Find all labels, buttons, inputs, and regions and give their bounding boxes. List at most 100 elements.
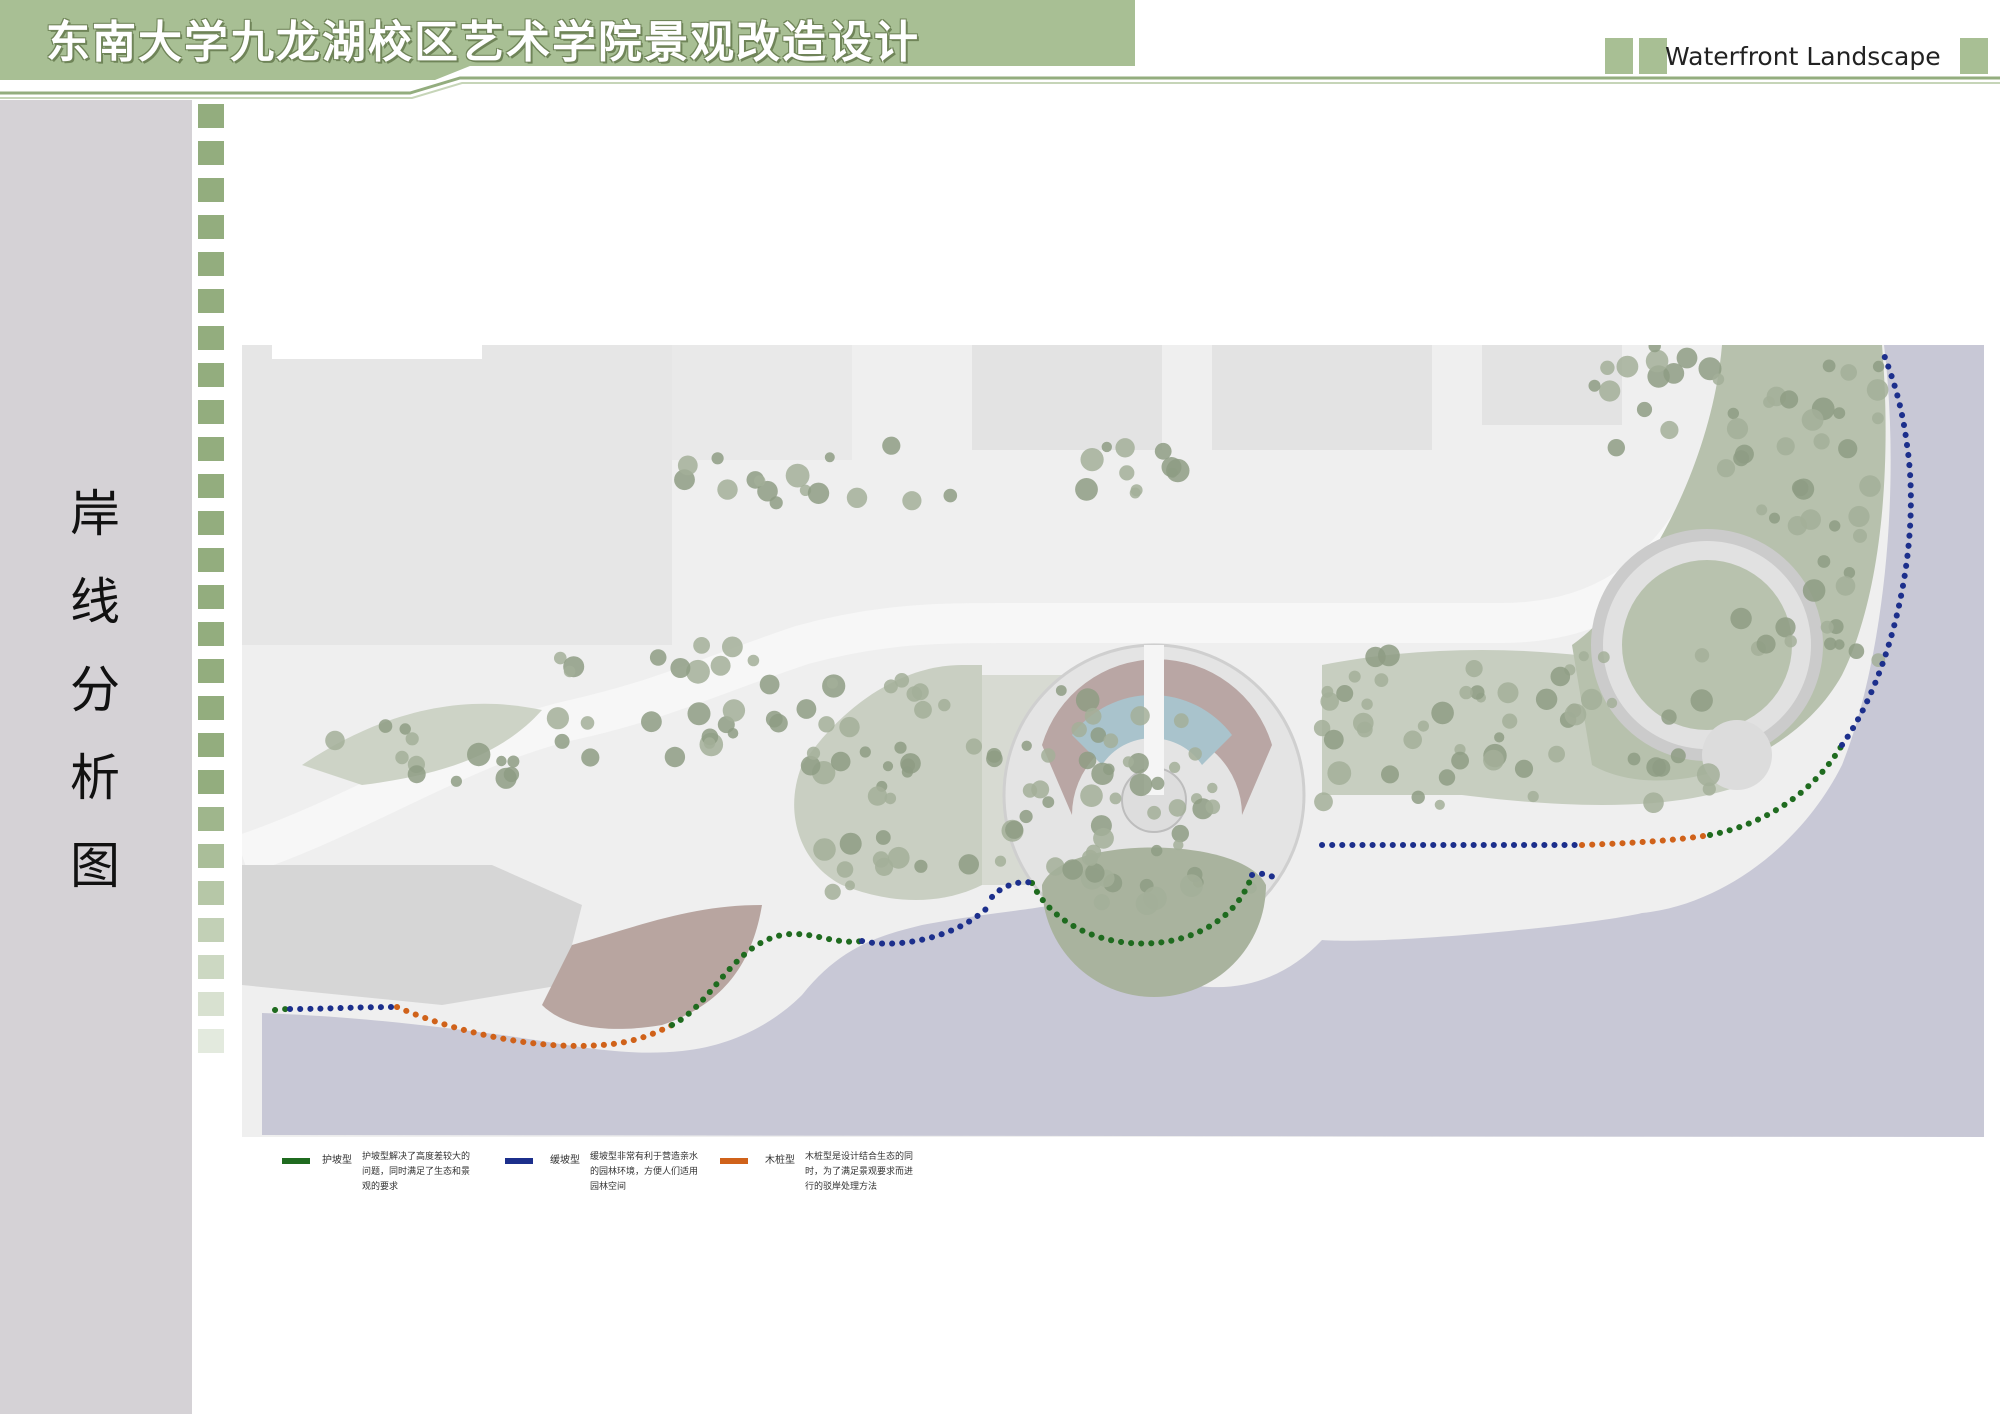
tree-canopy [1581,688,1603,710]
tree-canopy [1361,698,1373,710]
tree-canopy [1041,748,1056,763]
tree-canopy [994,855,1007,867]
tree-canopy [1151,844,1163,857]
tree-canopy [1645,349,1669,373]
tree-canopy [1353,712,1374,734]
tree-canopy [1314,792,1333,812]
tree-canopy [1802,579,1826,602]
legend-label: 木桩型 [765,1155,795,1166]
tree-canopy [1167,467,1178,478]
tree-canopy [1093,894,1110,911]
tree-canopy [1660,420,1679,440]
tree-canopy [581,748,600,767]
tree-canopy [1727,407,1740,420]
tree-canopy [1130,484,1143,497]
tree-canopy [1129,773,1153,797]
decorative-square [198,141,224,165]
legend-label: 缓坡型 [550,1155,580,1166]
tree-canopy [1578,651,1589,662]
tree-canopy [1101,441,1112,453]
tree-canopy [1168,799,1187,817]
tree-canopy [882,761,894,772]
tree-canopy [796,699,817,719]
tree-canopy [580,716,595,730]
tree-canopy [1535,688,1558,710]
tree-canopy [1726,418,1749,440]
tree-canopy [407,765,426,784]
tree-canopy [1085,863,1105,883]
vertical-title-char: 分 [70,661,120,719]
vertical-title: 岸 线 分 析 图 [60,470,130,910]
tree-canopy [1173,713,1189,729]
tree-canopy [1643,792,1664,813]
decorative-square [198,252,224,276]
tree-canopy [839,716,860,738]
tree-canopy [882,436,901,455]
tree-canopy [1348,670,1361,683]
decorative-square [198,400,224,424]
tree-canopy [818,716,835,733]
tree-canopy [1730,607,1752,630]
building-block [242,345,672,645]
vertical-title-char: 线 [70,573,120,631]
tree-canopy [1599,380,1621,402]
tree-canopy [1848,643,1865,659]
tree-canopy [1497,682,1519,704]
decorative-square [198,696,224,720]
tree-canopy [405,732,419,746]
tree-canopy [1147,805,1161,820]
decorative-square [198,733,224,757]
tree-canopy [703,737,716,749]
tree-canopy [1636,401,1653,418]
tree-canopy [1119,465,1135,481]
tree-canopy [914,700,932,719]
tree-canopy [785,463,810,488]
tree-canopy [1784,635,1797,648]
tree-canopy [641,711,662,733]
tree-canopy [1327,761,1352,785]
tree-canopy [1115,438,1135,458]
tree-canopy [813,838,836,861]
tree-canopy [1780,390,1799,409]
decorative-square [198,844,224,868]
tree-canopy [1734,444,1754,464]
tree-canopy [1627,752,1641,766]
tree-canopy [722,636,743,658]
building-block [672,345,852,460]
tree-canopy [1829,520,1841,532]
tree-canopy [1756,504,1768,516]
tree-canopy [1071,721,1087,738]
tree-canopy [1820,620,1834,634]
site-plan [242,345,1984,1137]
tree-canopy [894,741,907,754]
tree-canopy [1109,792,1122,805]
building-block [1212,345,1432,450]
decorative-square [198,104,224,128]
tree-canopy [1791,479,1809,497]
tree-canopy [1835,576,1856,596]
tree-canopy [1502,713,1518,729]
decorative-square [198,548,224,572]
legend-label: 护坡型 [322,1155,352,1166]
tree-canopy [450,775,462,787]
tree-canopy [1833,407,1846,419]
tree-canopy [1019,809,1033,824]
tree-canopy [1616,355,1639,378]
tree-canopy [806,746,821,760]
tree-canopy [887,846,910,869]
legend-swatch [282,1158,310,1164]
tree-canopy [754,475,766,487]
tree-canopy [902,491,922,511]
tree-canopy [563,665,576,678]
tree-canopy [1130,706,1150,726]
tree-canopy [1564,703,1587,726]
tree-canopy [664,746,686,768]
tree-canopy [1173,839,1184,851]
tree-canopy [325,730,345,751]
tree-canopy [1763,396,1775,408]
decorative-square [198,918,224,942]
tree-canopy [1042,796,1055,808]
vertical-title-char: 岸 [70,485,120,543]
tree-canopy [1207,782,1218,794]
tree-canopy [1597,651,1610,664]
